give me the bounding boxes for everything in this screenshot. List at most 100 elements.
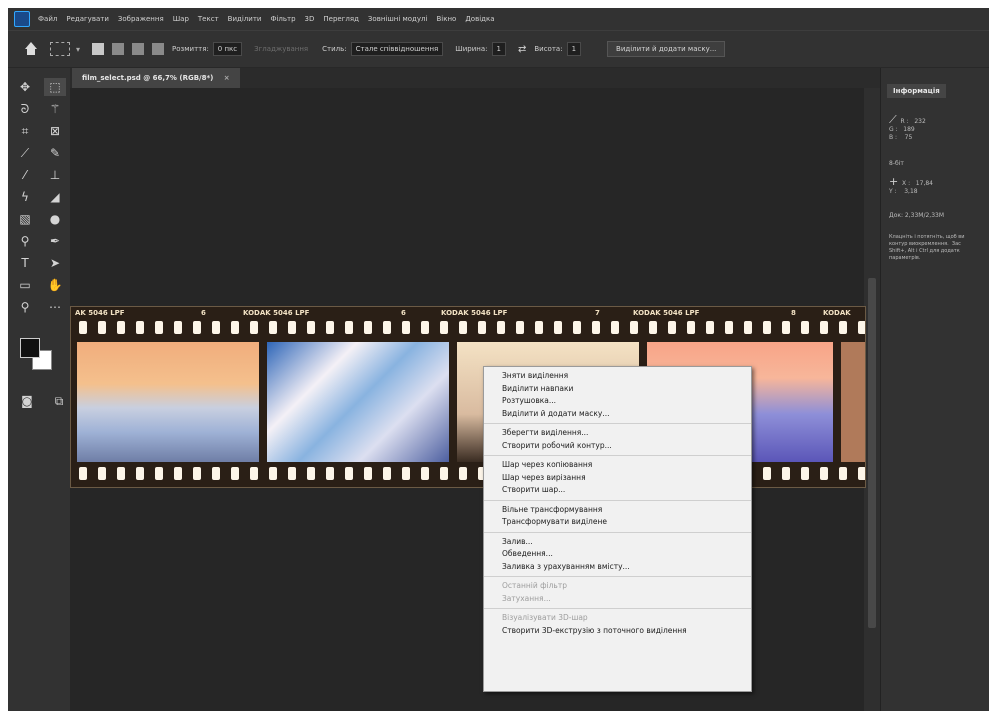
film-perforation [117,321,125,334]
rectangular-marquee-tool-icon[interactable]: ⬚ [44,78,66,96]
film-perforation [782,321,790,334]
brush-tool-icon[interactable]: ⁄ [14,166,36,184]
history-brush-tool-icon[interactable]: ϟ [14,188,36,206]
context-menu-item[interactable]: Трансформувати виділене [484,516,751,529]
intersect-selection-icon[interactable] [152,43,165,55]
context-menu-item: Візуалізувати 3D-шар [502,613,588,622]
film-perforation [250,321,258,334]
menu-file[interactable]: Файл [38,15,57,23]
menu-plugins[interactable]: Зовнішні модулі [368,15,428,23]
context-menu-item[interactable]: Виділити навпаки [484,383,751,396]
context-menu-item[interactable]: Вільне трансформування [484,504,751,517]
photoshop-logo-icon [14,11,30,27]
context-menu-item[interactable]: Шар через копіювання [484,459,751,472]
info-panel-tab[interactable]: Інформація [887,84,946,98]
close-icon[interactable]: × [224,74,230,82]
menu-window[interactable]: Вікно [436,15,456,23]
context-menu-group: Вільне трансформування Трансформувати вид… [484,501,751,533]
film-edge-label: KODAK 5046 LPF [441,309,508,317]
context-menu: Зняти виділення Виділити навпаки Розтушовк… [483,366,752,692]
screen-mode-icon[interactable]: ⧉ [48,392,70,410]
zoom-tool-icon[interactable]: ⚲ [14,298,36,316]
foreground-color-swatch[interactable] [20,338,40,358]
feather-label: Розмиття: [172,45,209,53]
vertical-scrollbar[interactable] [864,88,880,711]
rectangle-tool-icon[interactable]: ▭ [14,276,36,294]
magic-wand-tool-icon[interactable]: ⚚ [44,100,66,118]
scrollbar-thumb[interactable] [868,278,876,628]
context-menu-item[interactable]: Залив... [484,536,751,549]
context-menu-item[interactable]: Зняти виділення [484,370,751,383]
chevron-down-icon[interactable]: ▾ [76,45,80,54]
type-tool-icon[interactable]: T [14,254,36,272]
new-selection-icon[interactable] [92,43,105,55]
menu-edit[interactable]: Редагувати [66,15,109,23]
film-edge-label: 8 [791,309,796,317]
film-perforations-top [71,321,865,334]
menu-image[interactable]: Зображення [118,15,164,23]
context-menu-item[interactable]: Зберегти виділення... [484,427,751,440]
film-perforation [497,321,505,334]
lasso-tool-icon[interactable]: ᘐ [14,100,36,118]
eraser-tool-icon[interactable]: ◢ [44,188,66,206]
menu-select[interactable]: Виділити [228,15,262,23]
film-perforation [98,467,106,480]
hand-tool-icon[interactable]: ✋ [44,276,66,294]
context-menu-item[interactable]: Шар через вирізання [484,472,751,485]
film-perforation [402,321,410,334]
film-perforation [345,467,353,480]
marquee-tool-preset-icon[interactable] [50,42,70,56]
style-select[interactable]: Стале співвідношення [350,42,444,56]
dodge-tool-icon[interactable]: ⚲ [14,232,36,250]
context-menu-group: Зняти виділення Виділити навпаки Розтушовк… [484,367,751,424]
menu-layer[interactable]: Шар [173,15,189,23]
subtract-from-selection-icon[interactable] [132,43,145,55]
menu-filter[interactable]: Фільтр [270,15,295,23]
film-perforation [231,467,239,480]
antialias-checkbox[interactable]: Згладжування [254,45,308,53]
document-tab[interactable]: film_select.psd @ 66,7% (RGB/8*) × [72,68,240,88]
context-menu-item[interactable]: Виділити й додати маску... [484,408,751,421]
gradient-tool-icon[interactable]: ▧ [14,210,36,228]
film-perforation [763,467,771,480]
film-perforation [573,321,581,334]
add-to-selection-icon[interactable] [112,43,125,55]
frame-tool-icon[interactable]: ⊠ [44,122,66,140]
context-menu-item: Затухання... [502,593,551,603]
height-input[interactable]: 1 [566,42,582,56]
film-perforation [763,321,771,334]
menu-view[interactable]: Перегляд [323,15,359,23]
film-perforation [193,321,201,334]
context-menu-item[interactable]: Заливка з урахуванням вмісту... [484,561,751,574]
context-menu-item[interactable]: Обведення... [484,548,751,561]
eyedropper-tool-icon[interactable]: ⟋ [14,144,36,162]
clone-stamp-tool-icon[interactable]: ⊥ [44,166,66,184]
quick-mask-icon[interactable]: ◙ [16,392,38,410]
path-selection-tool-icon[interactable]: ➤ [44,254,66,272]
document-tab-bar: film_select.psd @ 66,7% (RGB/8*) × [70,68,880,88]
home-icon[interactable] [24,42,38,56]
menu-type[interactable]: Текст [198,15,219,23]
crop-tool-icon[interactable]: ⌗ [14,122,36,140]
blur-tool-icon[interactable]: ● [44,210,66,228]
context-menu-item[interactable]: Створити 3D-екструзію з поточного виділе… [484,625,751,638]
film-edge-label: 6 [401,309,406,317]
context-menu-group: Зберегти виділення... Створити робочий ко… [484,424,751,456]
select-and-mask-button[interactable]: Виділити й додати маску... [607,41,726,57]
style-label: Стиль: [322,45,347,53]
healing-brush-tool-icon[interactable]: ✎ [44,144,66,162]
swap-icon[interactable]: ⇄ [518,44,526,55]
pen-tool-icon[interactable]: ✒ [44,232,66,250]
context-menu-item[interactable]: Розтушовка... [484,395,751,408]
width-input[interactable]: 1 [491,42,506,56]
film-perforation [269,467,277,480]
context-menu-item[interactable]: Створити робочий контур... [484,440,751,453]
film-edge-label: KODAK [823,309,851,317]
menu-3d[interactable]: 3D [305,15,315,23]
feather-input[interactable]: 0 пкс [212,42,243,56]
more-tools-icon[interactable]: ⋯ [44,298,66,316]
info-depth: 8-біт [889,160,904,167]
context-menu-item[interactable]: Створити шар... [484,484,751,497]
menu-help[interactable]: Довідка [465,15,494,23]
move-tool-icon[interactable]: ✥ [14,78,36,96]
